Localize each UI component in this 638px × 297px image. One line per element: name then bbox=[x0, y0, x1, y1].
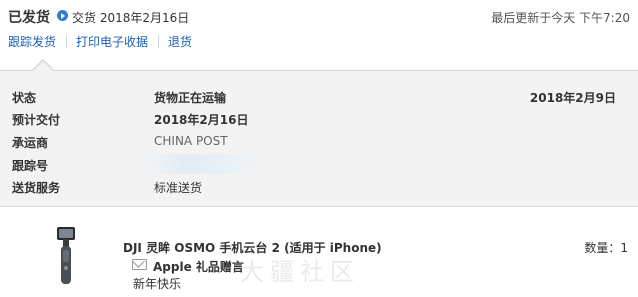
shipment-details-panel: 状态 货物正在运输 2018年2月9日 预计交付 2018年2月16日 承运商 … bbox=[0, 70, 638, 207]
product-image bbox=[57, 227, 75, 284]
status-value: 货物正在运输 bbox=[154, 91, 227, 105]
tracking-label: 跟踪号 bbox=[12, 159, 49, 173]
delivery-date-summary: 交货 2018年2月16日 bbox=[72, 11, 190, 25]
service-value: 标准送货 bbox=[154, 181, 203, 195]
envelope-icon bbox=[132, 259, 147, 270]
last-updated-text: 最后更新于今天 下午7:20 bbox=[491, 11, 630, 25]
gift-message-label: Apple 礼品赠言 bbox=[153, 260, 244, 274]
quantity-text: 数量：1 bbox=[584, 241, 628, 255]
gift-message-text: 新年快乐 bbox=[133, 277, 182, 291]
status-row: 状态 货物正在运输 2018年2月9日 bbox=[0, 89, 638, 111]
eta-value: 2018年2月16日 bbox=[154, 113, 249, 127]
watermark-text: 大疆社区 bbox=[240, 258, 360, 286]
status-date: 2018年2月9日 bbox=[529, 91, 616, 105]
carrier-row: 承运商 CHINA POST bbox=[0, 134, 638, 156]
order-header: 已发货 交货 2018年2月16日 最后更新于今天 下午7:20 跟踪发货 打印电… bbox=[0, 0, 638, 70]
status-label: 状态 bbox=[12, 91, 37, 105]
tracking-row: 跟踪号 bbox=[0, 154, 638, 179]
service-label: 送货服务 bbox=[12, 181, 61, 195]
carrier-value: CHINA POST bbox=[154, 134, 228, 148]
print-receipt-link[interactable]: 打印电子收据 bbox=[76, 35, 148, 49]
service-row: 送货服务 标准送货 bbox=[0, 179, 638, 201]
eta-label: 预计交付 bbox=[12, 113, 61, 127]
play-circle-icon bbox=[57, 10, 68, 21]
eta-row: 预计交付 2018年2月16日 bbox=[0, 111, 638, 133]
return-link[interactable]: 退货 bbox=[168, 35, 192, 49]
divider bbox=[158, 35, 160, 48]
carrier-label: 承运商 bbox=[12, 136, 49, 150]
order-actions: 跟踪发货 打印电子收据 退货 bbox=[8, 33, 192, 50]
track-shipment-link[interactable]: 跟踪发货 bbox=[8, 35, 56, 49]
divider bbox=[66, 35, 68, 48]
panel-pointer-fill bbox=[33, 61, 53, 71]
redacted-tracking-number bbox=[148, 154, 266, 174]
shipment-status-title: 已发货 bbox=[8, 10, 50, 26]
